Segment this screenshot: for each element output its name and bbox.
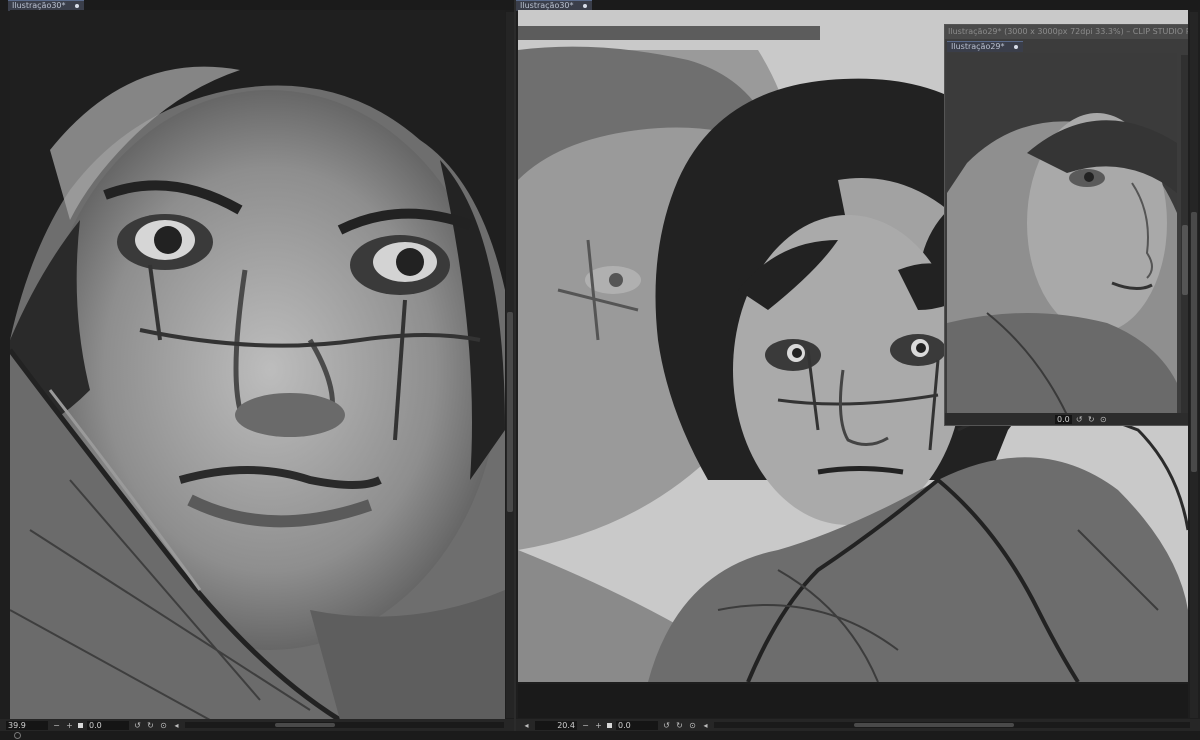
fit-square-icon[interactable] [78,722,83,728]
unsaved-dot-icon[interactable] [74,4,79,8]
rotate-left-icon[interactable]: ↺ [133,721,142,730]
reset-rotation-icon[interactable]: ⊙ [159,721,168,730]
left-document-tab-label: Ilustração30* [12,1,66,10]
subwindow-canvas[interactable] [947,53,1177,415]
reset-rotation-icon[interactable]: ⊙ [1099,415,1108,424]
subwindow-document-tab[interactable]: Ilustração29* [947,41,1023,52]
right-tab-bar: Ilustração30* [516,0,1200,11]
rotate-right-icon[interactable]: ↻ [146,721,155,730]
app-bottom-strip [0,731,1200,740]
rotate-right-icon[interactable]: ↻ [675,721,684,730]
left-canvas-pane: Ilustração30* 39.9 − + 0.0 ↺ ↻ ⊙ ◂ [0,0,514,740]
subwindow-vscroll-thumb[interactable] [1182,225,1188,295]
left-horizontal-scrollbar[interactable] [185,722,504,728]
right-horizontal-scrollbar[interactable] [714,722,1190,728]
right-canvas-pane: Ilustração30* Ilustração29* (3000 x 3000… [516,0,1200,740]
subwindow-rotation-field[interactable]: 0.0 [1055,414,1072,424]
unsaved-dot-icon[interactable] [1013,45,1018,49]
pin-icon[interactable] [14,732,21,739]
right-status-bar: ◂ 20.4 − + 0.0 ↺ ↻ ⊙ ◂ [516,719,1200,731]
reset-rotation-icon[interactable]: ⊙ [688,721,697,730]
reference-subwindow[interactable]: Ilustração29* (3000 x 3000px 72dpi 33.3%… [944,24,1188,426]
subwindow-artwork [947,53,1177,415]
unsaved-dot-icon[interactable] [582,4,587,8]
right-vertical-scrollbar[interactable] [1190,12,1198,718]
left-vscroll-thumb[interactable] [507,312,513,512]
rotate-right-icon[interactable]: ↻ [1087,415,1096,424]
scroll-left-arrow-icon[interactable]: ◂ [172,721,181,730]
left-rotation-field[interactable]: 0.0 [87,720,129,730]
zoom-out-button[interactable]: − [581,721,590,730]
right-rotation-field[interactable]: 0.0 [616,720,658,730]
scroll-left-arrow-icon[interactable]: ◂ [522,721,531,730]
left-artwork [10,10,505,720]
left-canvas[interactable] [10,10,505,720]
left-tab-bar: Ilustração30* [0,0,514,11]
left-zoom-field[interactable]: 39.9 [6,720,48,730]
zoom-in-button[interactable]: + [594,721,603,730]
left-hscroll-thumb[interactable] [275,723,335,727]
left-status-bar: 39.9 − + 0.0 ↺ ↻ ⊙ ◂ [0,719,514,731]
scroll-left-arrow-icon[interactable]: ◂ [701,721,710,730]
right-canvas[interactable]: Ilustração29* (3000 x 3000px 72dpi 33.3%… [518,10,1188,682]
subwindow-titlebar[interactable]: Ilustração29* (3000 x 3000px 72dpi 33.3%… [945,25,1188,39]
right-hscroll-thumb[interactable] [854,723,1014,727]
fit-square-icon[interactable] [607,722,612,728]
right-zoom-field[interactable]: 20.4 [535,720,577,730]
zoom-in-button[interactable]: + [65,721,74,730]
subwindow-vertical-scrollbar[interactable] [1181,55,1188,413]
subwindow-tab-label: Ilustração29* [951,42,1005,51]
subwindow-status-bar: 0.0 ↺ ↻ ⊙ [945,413,1188,425]
zoom-out-button[interactable]: − [52,721,61,730]
rotate-left-icon[interactable]: ↺ [1075,415,1084,424]
canvas-pasteboard [518,684,1188,718]
right-vscroll-thumb[interactable] [1191,212,1197,472]
right-document-tab-label: Ilustração30* [520,1,574,10]
rotate-left-icon[interactable]: ↺ [662,721,671,730]
left-vertical-scrollbar[interactable] [506,12,514,718]
